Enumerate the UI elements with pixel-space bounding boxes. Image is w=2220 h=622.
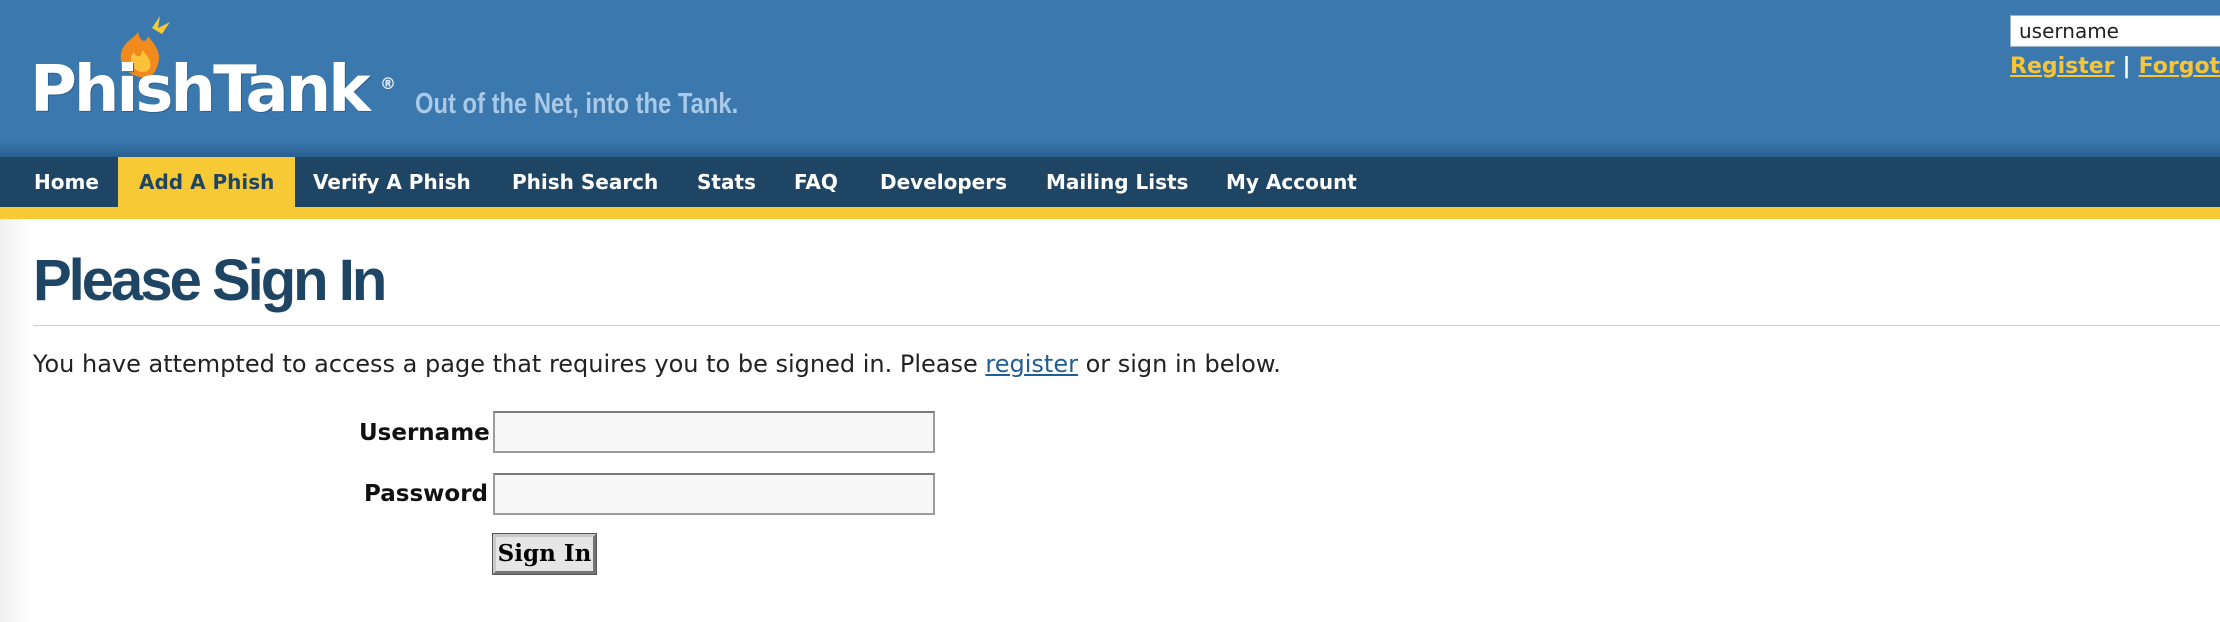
- nav-verify-a-phish[interactable]: Verify A Phish: [313, 157, 471, 207]
- intro-before: You have attempted to access a page that…: [33, 350, 986, 378]
- page-left-shade: [0, 219, 30, 622]
- page-title: Please Sign In: [33, 248, 387, 313]
- registered-mark: ®: [380, 74, 396, 93]
- username-label: Username: [359, 420, 490, 446]
- password-field[interactable]: [493, 473, 935, 515]
- nav-home[interactable]: Home: [34, 157, 99, 207]
- nav-accent-bar: [0, 207, 2220, 219]
- nav-phish-search[interactable]: Phish Search: [512, 157, 658, 207]
- intro-text: You have attempted to access a page that…: [33, 350, 1281, 378]
- password-label: Password: [364, 481, 488, 507]
- forgot-link[interactable]: Forgot: [2139, 54, 2220, 79]
- nav-developers[interactable]: Developers: [880, 157, 1007, 207]
- username-field[interactable]: [493, 411, 935, 453]
- nav-mailing-lists[interactable]: Mailing Lists: [1046, 157, 1188, 207]
- nav-add-a-phish[interactable]: Add A Phish: [118, 157, 296, 207]
- nav-my-account[interactable]: My Account: [1226, 157, 1357, 207]
- logo-text[interactable]: PhishTank: [30, 58, 371, 122]
- link-separator: |: [2122, 54, 2131, 79]
- nav-faq[interactable]: FAQ: [794, 157, 838, 207]
- header-shadow: [0, 141, 2220, 157]
- title-divider: [33, 325, 2220, 326]
- register-link[interactable]: Register: [2010, 54, 2115, 79]
- intro-register-link[interactable]: register: [985, 350, 1078, 378]
- intro-after: or sign in below.: [1077, 350, 1281, 378]
- header-links: Register | Forgot: [2010, 54, 2220, 79]
- header-username-input[interactable]: username: [2010, 15, 2220, 47]
- tagline: Out of the Net, into the Tank.: [415, 88, 739, 120]
- nav-stats[interactable]: Stats: [697, 157, 756, 207]
- sign-in-button[interactable]: Sign In: [492, 533, 597, 575]
